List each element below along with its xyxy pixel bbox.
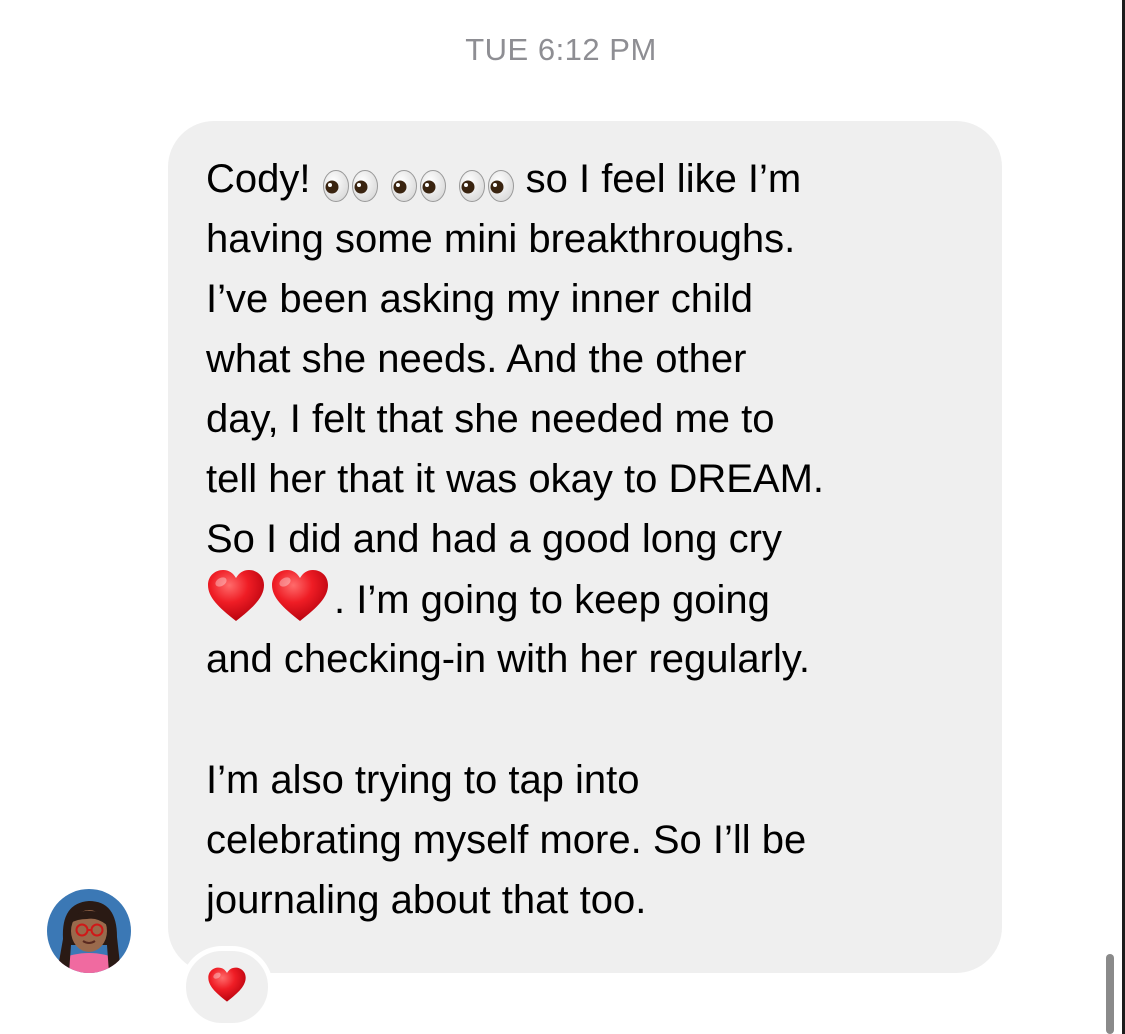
message-line: I’ve been asking my inner child [206, 277, 753, 321]
message-line: . I’m going to keep going [206, 569, 972, 629]
scrollbar-thumb[interactable] [1106, 954, 1114, 1034]
message-line: celebrating myself more. So I’ll be [206, 818, 807, 862]
red-heart-icon [207, 967, 247, 1008]
message-line: journaling about that too. [206, 878, 647, 922]
eyes-emoji-group [322, 156, 526, 216]
red-heart-icon [206, 569, 266, 623]
message-text: Cody! [206, 157, 322, 201]
message-bubble[interactable]: Cody! so I feel like I’m having some min… [168, 121, 1002, 973]
message-text: so I feel like I’m [525, 157, 802, 201]
message-line: having some mini breakthroughs. [206, 217, 796, 261]
eyes-icon [322, 169, 380, 203]
eyes-icon [390, 169, 448, 203]
red-heart-icon [270, 569, 330, 623]
message-text: . I’m going to keep going [334, 578, 770, 622]
message-line: Cody! so I feel like I’m [206, 149, 972, 209]
heart-reaction-badge[interactable] [181, 946, 273, 1028]
message-line: tell her that it was okay to DREAM. [206, 457, 825, 501]
eyes-icon [458, 169, 516, 203]
message-line: day, I felt that she needed me to [206, 397, 775, 441]
message-line: I’m also trying to tap into [206, 758, 640, 802]
message-line: and checking-in with her regularly. [206, 637, 811, 681]
message-line: what she needs. And the other [206, 337, 747, 381]
sender-avatar[interactable] [47, 889, 131, 973]
message-line: So I did and had a good long cry [206, 517, 782, 561]
message-timestamp: TUE 6:12 PM [465, 32, 657, 67]
